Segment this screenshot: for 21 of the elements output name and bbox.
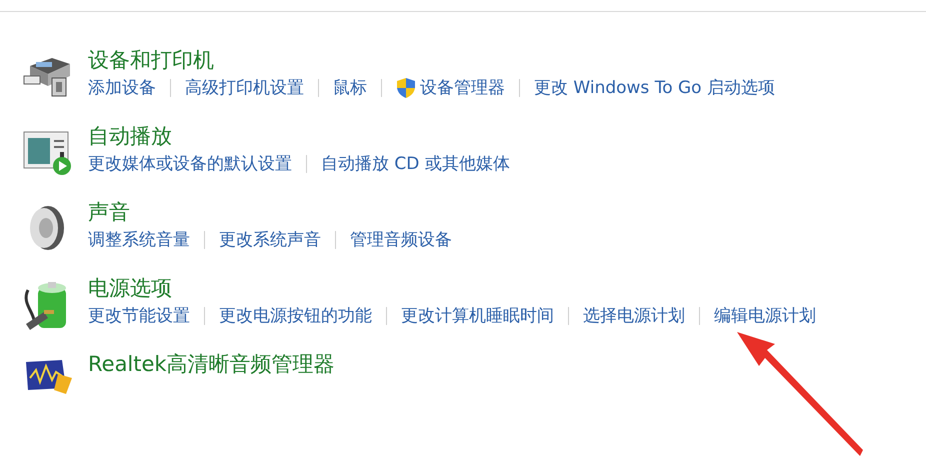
- task-link[interactable]: 鼠标: [333, 76, 367, 100]
- task-link[interactable]: 设备管理器: [396, 76, 505, 100]
- task-link[interactable]: 添加设备: [88, 76, 156, 100]
- category-title[interactable]: 声音: [88, 198, 452, 226]
- task-link[interactable]: 更改系统声音: [219, 228, 321, 252]
- task-link[interactable]: 编辑电源计划: [714, 304, 816, 328]
- category-title[interactable]: 电源选项: [88, 274, 816, 302]
- task-link[interactable]: 调整系统音量: [88, 228, 190, 252]
- task-link[interactable]: 更改 Windows To Go 启动选项: [534, 76, 775, 100]
- task-link[interactable]: 自动播放 CD 或其他媒体: [321, 152, 510, 176]
- shield-icon: [396, 77, 416, 99]
- task-link[interactable]: 更改计算机睡眠时间: [401, 304, 554, 328]
- task-link[interactable]: 选择电源计划: [583, 304, 685, 328]
- task-link[interactable]: 高级打印机设置: [185, 76, 304, 100]
- task-link[interactable]: 更改节能设置: [88, 304, 190, 328]
- task-link[interactable]: 更改媒体或设备的默认设置: [88, 152, 292, 176]
- category-title[interactable]: 设备和打印机: [88, 46, 775, 74]
- category-title[interactable]: 自动播放: [88, 122, 510, 150]
- category-title[interactable]: Realtek高清晰音频管理器: [88, 350, 335, 378]
- task-link[interactable]: 更改电源按钮的功能: [219, 304, 372, 328]
- task-link[interactable]: 管理音频设备: [350, 228, 452, 252]
